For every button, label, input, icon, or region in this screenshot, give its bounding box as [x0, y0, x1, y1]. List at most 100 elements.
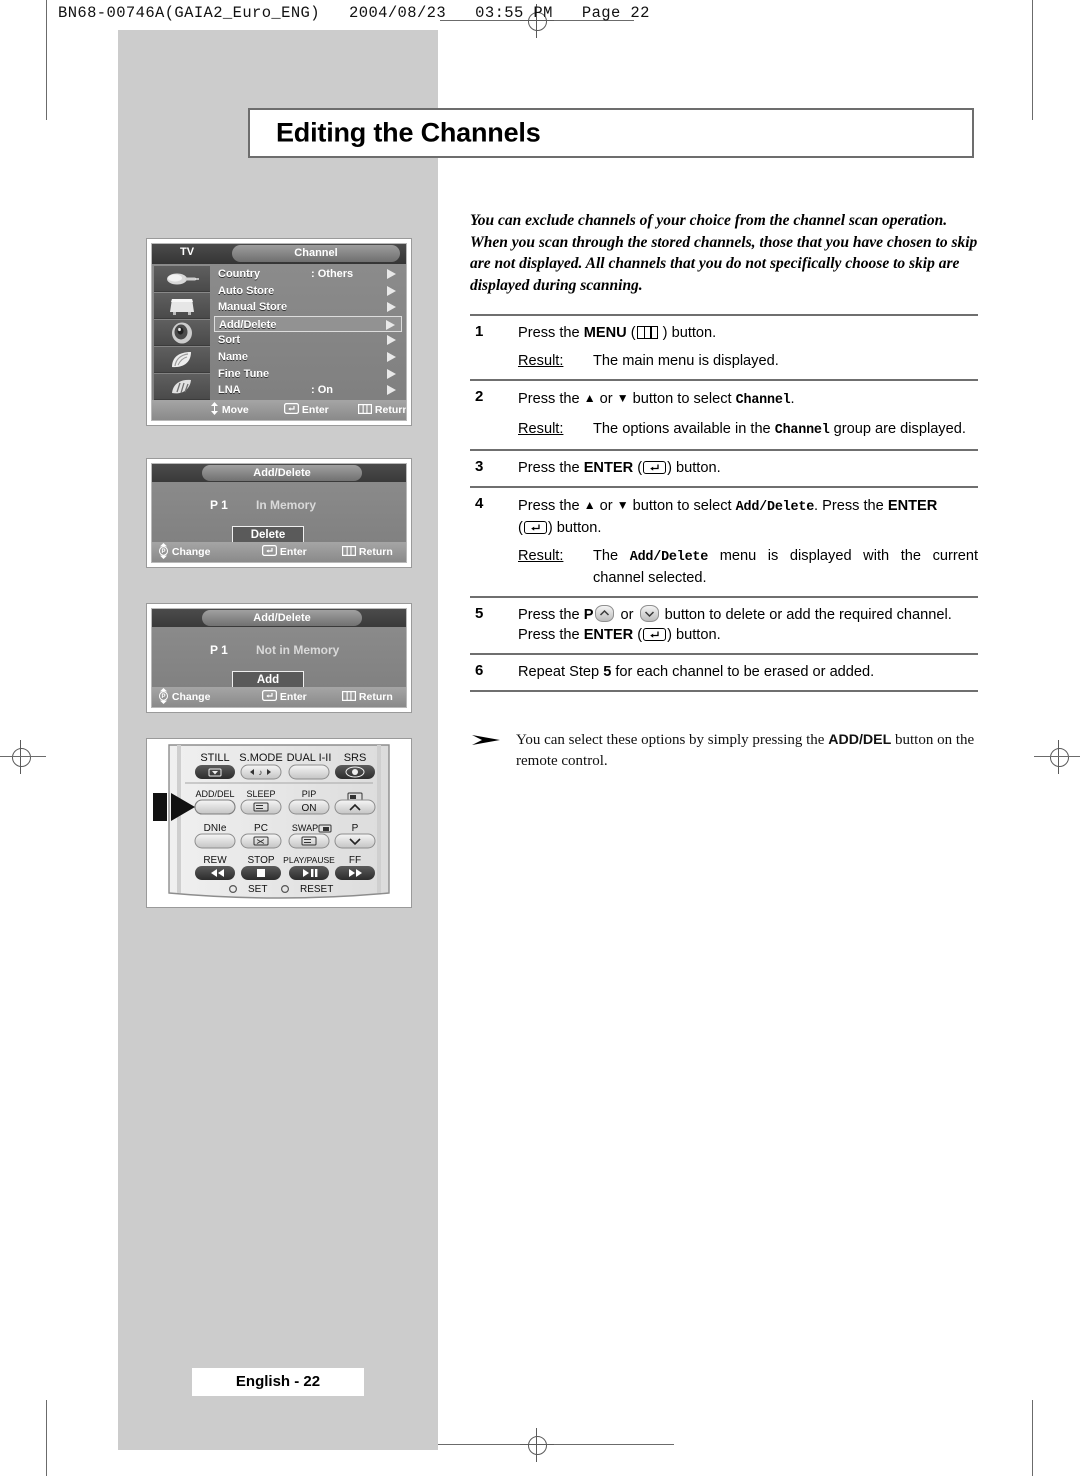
svg-text:SRS: SRS	[344, 752, 367, 764]
result-label: Result:	[518, 353, 564, 369]
osd-row-name[interactable]: Name	[214, 349, 402, 366]
osd-hint-bar: Move Enter Return	[152, 400, 406, 420]
step-result: Result: The main menu is displayed.	[518, 351, 978, 371]
chevron-right-icon	[387, 285, 396, 296]
osd-row-manual-store[interactable]: Manual Store	[214, 299, 402, 316]
osd-titlebar: Add/Delete	[152, 609, 406, 627]
step-4: 4 Press the ▲ or ▼ button to select Add/…	[470, 488, 978, 596]
remote-control-illustration: STILL S.MODE ♪ DUAL I-II SRS ADD/DEL SLE…	[146, 738, 412, 908]
reg-line-left	[0, 756, 46, 757]
osd-row-label: Sort	[218, 334, 240, 347]
crop-line-left-bottom	[46, 1400, 47, 1476]
osd-row-label: Add/Delete	[219, 318, 277, 331]
feather-icon	[154, 347, 210, 373]
step-text-b: button.	[671, 460, 721, 476]
enter-icon	[643, 628, 667, 641]
osd-row-country[interactable]: Country : Others	[214, 266, 402, 283]
osd-row-auto-store[interactable]: Auto Store	[214, 283, 402, 300]
svg-text:DNIe: DNIe	[204, 823, 227, 834]
step-text-b: button to select	[628, 498, 736, 514]
step-result: Result: The options available in the Cha…	[518, 419, 978, 441]
steps-list: 1 Press the MENU ( ) button. Result: The…	[470, 314, 978, 692]
osd-row-lna[interactable]: LNA : On	[214, 382, 402, 399]
page-footer-label: English - 22	[235, 1373, 321, 1390]
tv-icon	[154, 293, 210, 319]
step-text-c: . Press the	[814, 498, 888, 514]
chevron-right-icon	[387, 385, 396, 396]
speaker-icon	[154, 320, 210, 346]
osd-row-sort[interactable]: Sort	[214, 332, 402, 349]
note-block: You can select these options by simply p…	[470, 730, 978, 772]
step-text-a: Press the	[518, 391, 584, 407]
osd-row-fine-tune[interactable]: Fine Tune	[214, 366, 402, 383]
svg-text:PLAY/PAUSE: PLAY/PAUSE	[283, 855, 335, 865]
svg-text:STILL: STILL	[200, 752, 229, 764]
step-text: Press the ▲ or ▼ button to select Channe…	[518, 388, 978, 441]
svg-text:♪: ♪	[259, 768, 263, 777]
registration-mark-right	[1042, 740, 1076, 774]
osd-titlebar: TV Channel	[152, 244, 406, 264]
osd-hint-enter: Enter	[261, 687, 307, 707]
osd-hint-move: Move	[210, 400, 249, 420]
osd-menu-title: Add/Delete	[253, 467, 311, 479]
osd-hint-change: P Change	[158, 542, 210, 562]
step-text-d: button.	[671, 627, 721, 643]
osd-title-pill: Channel	[232, 245, 400, 262]
svg-text:PC: PC	[254, 823, 268, 834]
step-2: 2 Press the ▲ or ▼ button to select Chan…	[470, 381, 978, 449]
step-text-a: Press the	[518, 325, 584, 341]
enter-button-name: ENTER	[583, 627, 634, 643]
osd-row-label: Auto Store	[218, 284, 275, 297]
menu-name-channel: Channel	[735, 393, 791, 408]
svg-text:SET: SET	[248, 884, 267, 895]
osd-add-delete-not-in-memory-screenshot: Add/Delete P 1 Not in Memory Add P Chang…	[146, 603, 412, 713]
osd-row-label: Manual Store	[218, 301, 288, 314]
osd-title-pill: Add/Delete	[202, 610, 362, 626]
svg-text:SLEEP: SLEEP	[246, 789, 275, 799]
menu-icon	[636, 326, 658, 339]
step-number: 4	[475, 495, 484, 512]
svg-text:DUAL I-II: DUAL I-II	[287, 752, 332, 764]
svg-text:FF: FF	[349, 855, 361, 866]
svg-text:STOP: STOP	[247, 855, 274, 866]
step-text-a: Press the	[518, 498, 584, 514]
menu-name-channel: Channel	[774, 423, 830, 438]
channel-status: In Memory	[256, 498, 317, 512]
step-number: 2	[475, 388, 484, 405]
step-text: Press the P or button to delete or add t…	[518, 605, 952, 643]
osd-menu-title: Channel	[294, 247, 338, 259]
menu-button-name: MENU	[583, 325, 627, 341]
page-title: Editing the Channels	[276, 117, 541, 148]
result-label: Result:	[518, 548, 564, 564]
intro-paragraph: You can exclude channels of your choice …	[470, 212, 978, 294]
chevron-right-icon	[387, 368, 396, 379]
step-number: 1	[475, 323, 484, 340]
step-result: Result: The Add/Delete menu is displayed…	[518, 546, 978, 588]
osd-title-pill: Add/Delete	[202, 465, 362, 481]
menu-name-add-delete: Add/Delete	[629, 550, 709, 565]
step-text: Press the ENTER () button.	[518, 460, 721, 476]
osd-menu-rows: Country : Others Auto Store Manual Store…	[214, 266, 402, 399]
step-text-b: or	[616, 607, 638, 623]
osd-source-label: TV	[179, 246, 195, 258]
step-text-b: button to select	[628, 391, 736, 407]
arrow-up-icon: ▲	[583, 391, 596, 405]
step-text-a: Press the	[518, 607, 584, 623]
step-text: Press the ▲ or ▼ button to select Add/De…	[518, 495, 978, 588]
osd-hint-bar: P Change Enter Return	[152, 542, 406, 562]
osd-icon-column	[154, 266, 210, 400]
note-text: You can select these options by simply p…	[516, 730, 978, 772]
arrow-down-icon: ▼	[616, 391, 629, 405]
svg-text:P: P	[161, 549, 165, 555]
divider	[470, 690, 978, 692]
osd-body: P 1 Not in Memory Add	[152, 627, 406, 690]
channel-down-icon	[639, 605, 659, 622]
svg-text:RESET: RESET	[300, 884, 333, 895]
result-text: The Add/Delete menu is displayed with th…	[593, 548, 979, 586]
osd-row-add-delete[interactable]: Add/Delete	[214, 315, 402, 333]
channel-status: Not in Memory	[256, 643, 340, 657]
osd-hint-change: P Change	[158, 687, 210, 707]
channel-number: P 1	[210, 498, 228, 512]
osd-hint-return: Return	[358, 400, 406, 420]
step-number: 5	[475, 605, 484, 622]
